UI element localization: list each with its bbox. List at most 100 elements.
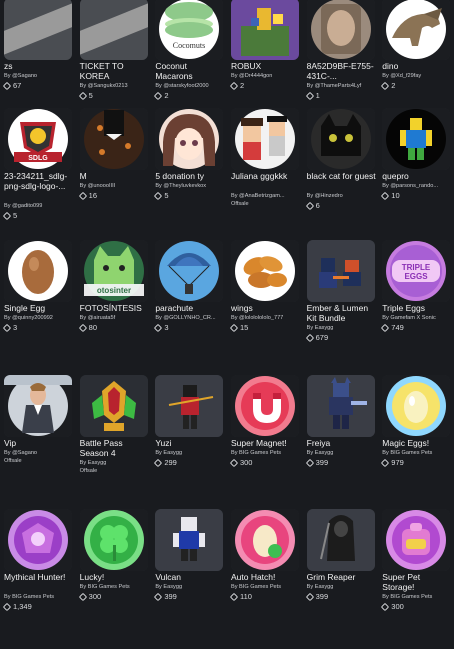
item-title[interactable]: Super Magnet!	[231, 438, 302, 448]
item-title[interactable]: Ember & Lumen Kit Bundle	[307, 303, 378, 323]
macaron-image[interactable]: Cocomuts	[155, 0, 224, 60]
item-title[interactable]: Juliana gggkkk	[231, 171, 302, 181]
item-creator[interactable]: By Easygg	[307, 584, 378, 591]
item-creator[interactable]: By Easygg	[307, 325, 378, 332]
catalog-item-card[interactable]: Mythical Hunter! By BIG Games Pets 1,349	[0, 509, 76, 649]
auto-hatch-image[interactable]	[230, 509, 299, 571]
item-creator[interactable]: By BIG Games Pets	[382, 450, 453, 457]
item-title[interactable]: Super Pet Storage!	[382, 572, 453, 592]
item-creator[interactable]: By @Sangukx0213	[80, 83, 151, 90]
magic-egg-image[interactable]	[382, 375, 451, 437]
item-title[interactable]: M	[80, 171, 151, 181]
catalog-item-card[interactable]: Vip By @Sagano Offsale	[0, 375, 76, 509]
catalog-item-card[interactable]: otosinter FOTOSÍNTESIS By @airuata5f 80	[76, 240, 152, 375]
item-creator[interactable]: By @Hinzedro	[307, 193, 378, 200]
item-title[interactable]: wings	[231, 303, 302, 313]
catalog-item-card[interactable]: SDLG 23-234211_sdlg-png-sdlg-logo-... By @…	[0, 108, 76, 240]
green-cat-image[interactable]: otosinter	[79, 240, 148, 302]
noob-avatar-image[interactable]	[382, 108, 451, 170]
grim-reaper-image[interactable]	[306, 509, 375, 571]
item-title[interactable]: dino	[382, 61, 453, 71]
catalog-item-card[interactable]: Battle Pass Season 4 By Easygg Offsale	[76, 375, 152, 509]
item-creator[interactable]: By @AnaBetrizgam...	[231, 193, 302, 200]
item-title[interactable]: Yuzi	[155, 438, 226, 448]
catalog-item-card[interactable]: Lucky! By BIG Games Pets 300	[76, 509, 152, 649]
black-cat-image[interactable]	[306, 108, 375, 170]
catalog-item-card[interactable]: TRIPLE EGGS Triple Eggs By Gamefam X Sonic 7…	[378, 240, 454, 375]
ember-lumen-image[interactable]	[306, 240, 375, 302]
item-title[interactable]: Lucky!	[80, 572, 151, 582]
item-creator[interactable]: By @unoooIIII	[80, 183, 151, 190]
item-creator[interactable]: By @parsons_rando...	[382, 183, 453, 190]
hand-image[interactable]	[306, 0, 375, 60]
item-title[interactable]: zs	[4, 61, 75, 71]
catalog-item-card[interactable]: quepro By @parsons_rando... 10	[378, 108, 454, 240]
tape-image[interactable]	[79, 0, 148, 60]
item-title[interactable]: black cat for guest	[307, 171, 378, 181]
item-creator[interactable]: By @Dr4444gon	[231, 73, 302, 80]
item-title[interactable]: Triple Eggs	[382, 303, 453, 313]
item-creator[interactable]: By BIG Games Pets	[231, 584, 302, 591]
item-creator[interactable]: By Easygg	[155, 450, 226, 457]
item-creator[interactable]: By BIG Games Pets	[4, 594, 75, 601]
parachute-image[interactable]	[155, 240, 224, 302]
item-title[interactable]: Vulcan	[155, 572, 226, 582]
item-creator[interactable]: By @ThameParts4Lyf	[307, 83, 378, 90]
catalog-item-card[interactable]: Auto Hatch! By BIG Games Pets 110	[227, 509, 303, 649]
item-title[interactable]: parachute	[155, 303, 226, 313]
freiya-image[interactable]	[306, 375, 375, 437]
item-title[interactable]: Grim Reaper	[307, 572, 378, 582]
item-title[interactable]: Mythical Hunter!	[4, 572, 75, 582]
item-creator[interactable]: By BIG Games Pets	[80, 584, 151, 591]
egg-image[interactable]	[4, 240, 72, 302]
item-creator[interactable]: By BIG Games Pets	[382, 594, 453, 601]
catalog-item-card[interactable]: Single Egg By @quinny200992 3	[0, 240, 76, 375]
catalog-item-card[interactable]: M By @unoooIIII 16	[76, 108, 152, 240]
item-creator[interactable]: By @starskyfoot2000	[155, 83, 226, 90]
item-creator[interactable]: By @Sagano	[4, 450, 75, 457]
item-creator[interactable]: By Easygg	[307, 450, 378, 457]
item-creator[interactable]: By Gamefam X Sonic	[382, 315, 453, 322]
catalog-item-card[interactable]: Ember & Lumen Kit Bundle By Easygg 679	[303, 240, 379, 375]
tape-image[interactable]	[4, 0, 72, 60]
item-creator[interactable]: By @airuata5f	[80, 315, 151, 322]
item-title[interactable]: 5 donation ty	[155, 171, 226, 181]
item-title[interactable]: Freiya	[307, 438, 378, 448]
catalog-item-card[interactable]: Super Pet Storage! By BIG Games Pets 300	[378, 509, 454, 649]
item-title[interactable]: ROBUX	[231, 61, 302, 71]
item-creator[interactable]: By @quinny200992	[4, 315, 75, 322]
catalog-item-card[interactable]: Yuzi By Easygg 299	[151, 375, 227, 509]
item-creator[interactable]: By Easygg	[80, 460, 151, 467]
item-title[interactable]: Magic Eggs!	[382, 438, 453, 448]
item-title[interactable]: Vip	[4, 438, 75, 448]
catalog-item-card[interactable]: black cat for guest By @Hinzedro 6	[303, 108, 379, 240]
item-title[interactable]: Auto Hatch!	[231, 572, 302, 582]
item-title[interactable]: Coconut Macarons	[155, 61, 226, 81]
battle-pass-image[interactable]	[79, 375, 148, 437]
item-creator[interactable]: By BIG Games Pets	[231, 450, 302, 457]
rick-image[interactable]	[4, 375, 72, 437]
roblox-avatars-image[interactable]	[230, 108, 299, 170]
item-title[interactable]: 23-234211_sdlg-png-sdlg-logo-...	[4, 171, 75, 191]
lucky-clover-image[interactable]	[79, 509, 148, 571]
catalog-item-card[interactable]: parachute By @GOLLYNHO_CR... 3	[151, 240, 227, 375]
item-creator[interactable]: By @Theyluvkevkox	[155, 183, 226, 190]
leopard-image[interactable]	[79, 108, 148, 170]
item-title[interactable]: TICKET TO KOREA	[80, 61, 151, 81]
item-creator[interactable]: By Easygg	[155, 584, 226, 591]
pet-storage-image[interactable]	[382, 509, 451, 571]
item-title[interactable]: Battle Pass Season 4	[80, 438, 151, 458]
catalog-item-card[interactable]: wings By @lolololololo_777 15	[227, 240, 303, 375]
item-title[interactable]: FOTOSÍNTESIS	[80, 303, 151, 313]
item-creator[interactable]: By @Xd_f29fay	[382, 73, 453, 80]
catalog-item-card[interactable]: TICKET TO KOREA By @Sangukx0213 5	[76, 0, 152, 108]
vulcan-image[interactable]	[155, 509, 224, 571]
catalog-item-card[interactable]: Magic Eggs! By BIG Games Pets 979	[378, 375, 454, 509]
catalog-item-card[interactable]: Grim Reaper By Easygg 399	[303, 509, 379, 649]
catalog-item-card[interactable]: ROBUX By @Dr4444gon 2	[227, 0, 303, 108]
catalog-item-card[interactable]: Cocomuts Coconut Macarons By @starskyfoot2…	[151, 0, 227, 108]
catalog-item-card[interactable]: Super Magnet! By BIG Games Pets 300	[227, 375, 303, 509]
dino-image[interactable]	[382, 0, 451, 60]
robux-image[interactable]	[230, 0, 299, 60]
magnet-image[interactable]	[230, 375, 299, 437]
